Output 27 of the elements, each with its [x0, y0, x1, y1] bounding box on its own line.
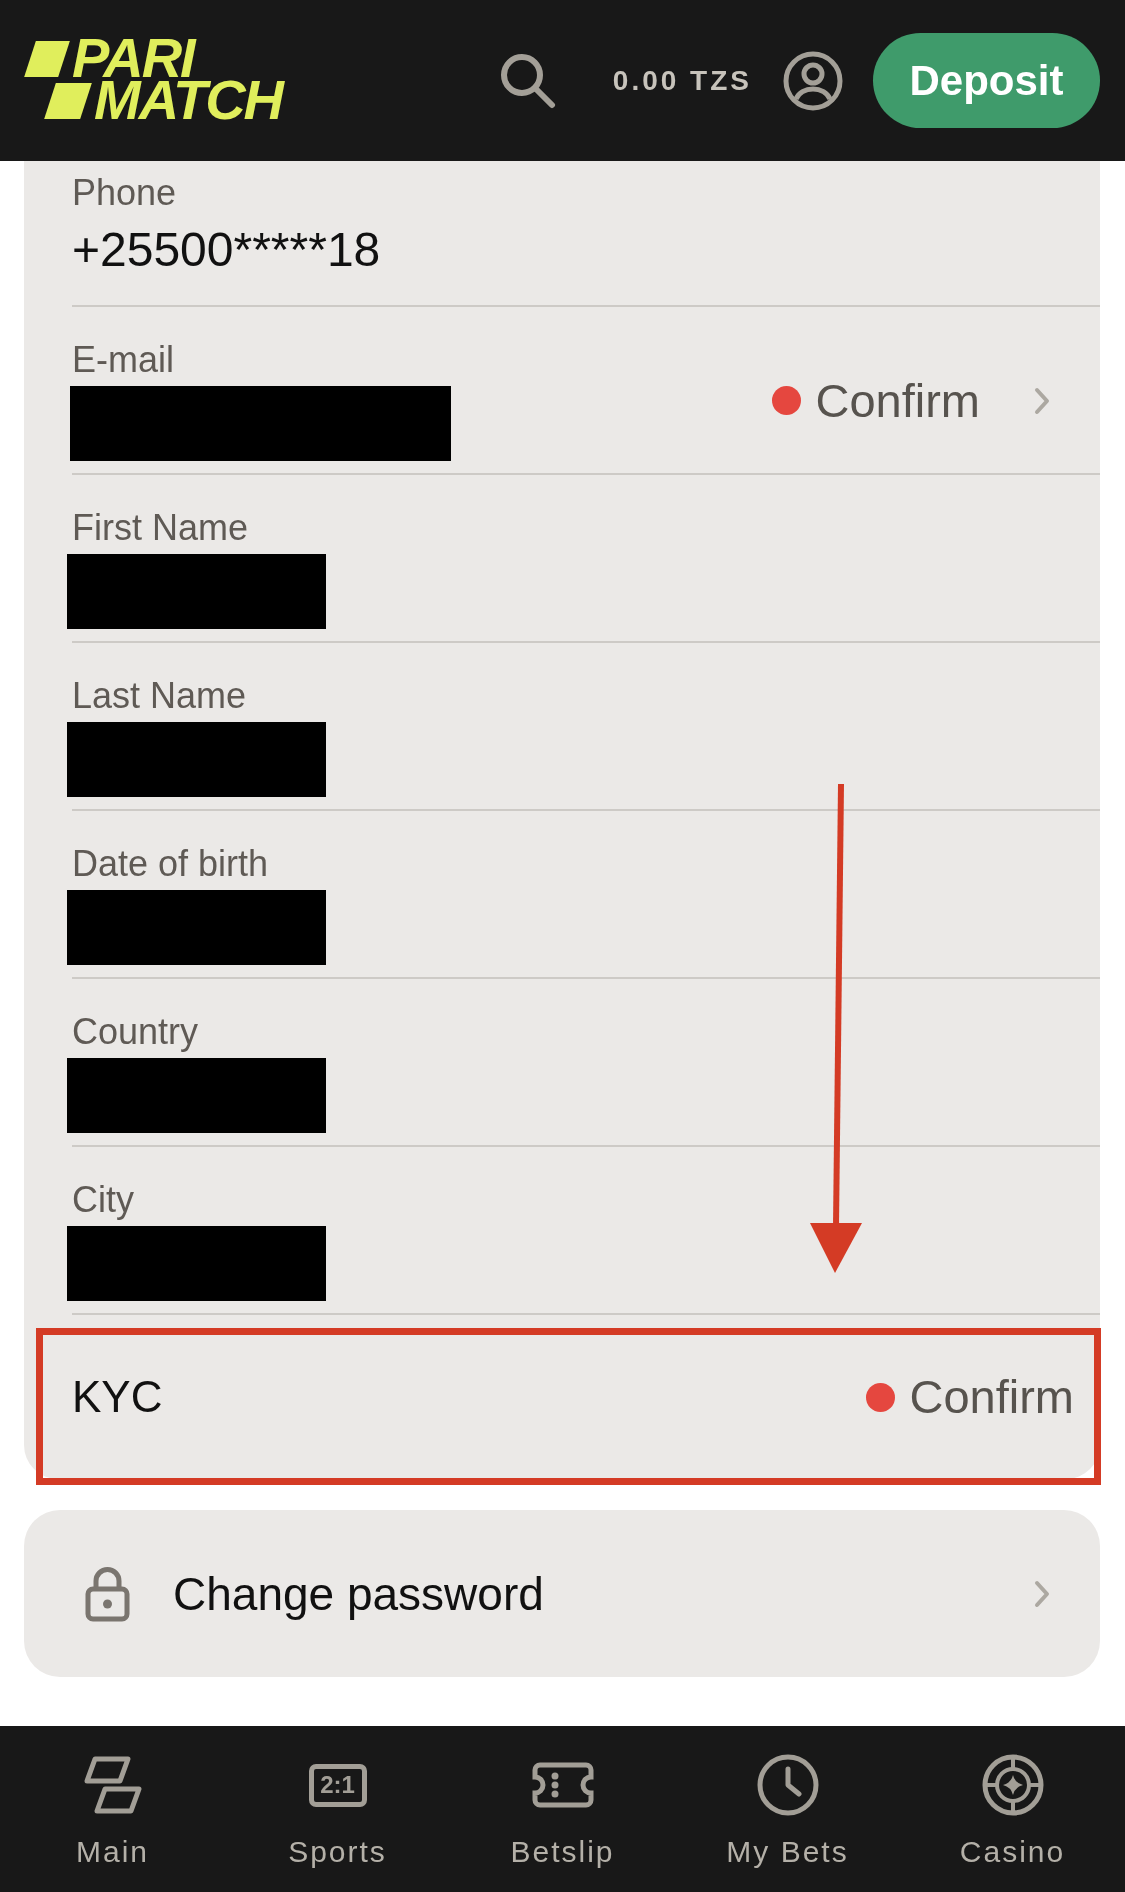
field-label: City	[72, 1180, 134, 1220]
search-icon[interactable]	[499, 52, 556, 109]
field-label: Last Name	[72, 676, 247, 716]
field-label: Date of birth	[72, 844, 269, 884]
ticket-icon	[531, 1762, 594, 1808]
nav-tab[interactable]: 2:1 Sports	[225, 1726, 450, 1892]
field-label: E-mail	[72, 340, 174, 380]
lock-icon	[85, 1565, 130, 1622]
brand-logo[interactable]: PARI MATCH	[24, 36, 283, 121]
balance-amount: 0.00 TZS	[612, 64, 752, 97]
parallelograms-icon	[82, 1756, 143, 1814]
field-label: Country	[72, 1012, 199, 1052]
nav-tab[interactable]: Casino	[900, 1726, 1125, 1892]
field-label: First Name	[72, 508, 248, 548]
odds-icon: 2:1	[308, 1763, 367, 1807]
field-value: +25500*****18	[72, 223, 381, 277]
change-password-button[interactable]: Change password	[24, 1510, 1100, 1677]
field-label: Phone	[72, 173, 177, 213]
nav-tab[interactable]: My Bets	[675, 1726, 900, 1892]
confirm-link[interactable]: Confirm	[815, 373, 980, 428]
kyc-label: KYC	[72, 1372, 163, 1422]
account-icon[interactable]	[783, 50, 843, 111]
clock-icon	[756, 1754, 819, 1816]
nav-tab[interactable]: Betslip	[450, 1726, 675, 1892]
casino-chip-icon	[981, 1754, 1044, 1816]
confirm-link[interactable]: Confirm	[909, 1370, 1074, 1424]
nav-tab[interactable]: Main	[0, 1726, 225, 1892]
